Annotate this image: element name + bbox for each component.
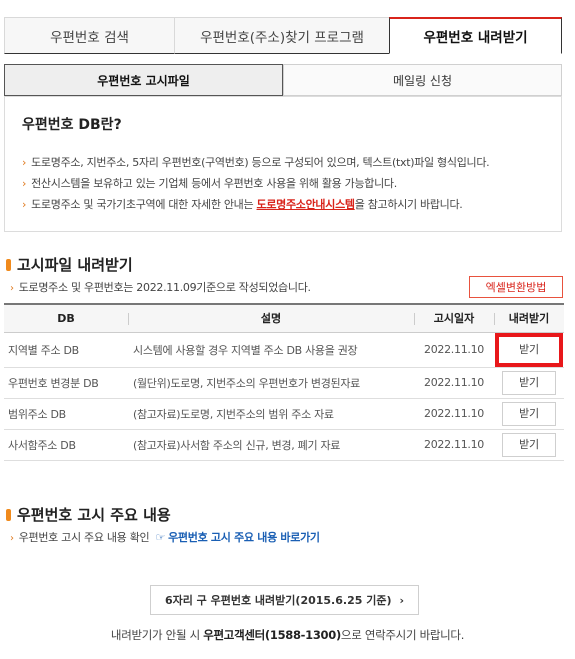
col-header-desc: 설명	[128, 303, 414, 333]
cell-date: 2022.11.10	[414, 332, 494, 368]
info-line: › 도로명주소, 지번주소, 5자리 우편번호(구역번호) 등으로 구성되어 있으…	[22, 152, 490, 173]
cell-desc: 시스템에 사용할 경우 지역별 주소 DB 사용을 권장	[128, 332, 414, 368]
road-address-system-link[interactable]: 도로명주소안내시스템	[257, 198, 356, 211]
notice-shortcut-link[interactable]: 우편번호 고시 주요 내용 바로가기	[168, 531, 320, 544]
top-tab-bar: 우편번호 검색 우편번호(주소)찾기 프로그램 우편번호 내려받기	[4, 17, 562, 54]
pointing-hand-icon: ☞	[155, 531, 166, 544]
tab-mailing-signup[interactable]: 메일링 신청	[283, 64, 562, 96]
cell-db: 지역별 주소 DB	[4, 332, 128, 368]
cell-download: 받기	[494, 398, 564, 430]
cell-date: 2022.11.10	[414, 429, 494, 461]
footer-text: 으로 연락주시기 바랍니다.	[340, 628, 465, 642]
footer-text: 내려받기가 안될 시	[110, 628, 204, 642]
section-marker-icon	[6, 258, 11, 271]
desc-text: 도로명주소 및 우편번호는 2022.11.09기준으로 작성되었습니다.	[18, 281, 311, 294]
cell-date: 2022.11.10	[414, 398, 494, 430]
download-button-regional[interactable]: 받기	[495, 332, 563, 367]
cell-date: 2022.11.10	[414, 367, 494, 399]
download-button-changes[interactable]: 받기	[502, 370, 556, 395]
download-section-desc: › 도로명주소 및 우편번호는 2022.11.09기준으로 작성되었습니다.	[10, 279, 311, 295]
info-line: › 전산시스템을 보유하고 있는 기업체 등에서 우편번호 사용을 위해 활용 가…	[22, 173, 489, 194]
old-postcode-download-button[interactable]: 6자리 구 우편번호 내려받기(2015.6.25 기준) ›	[150, 585, 419, 615]
chevron-right-icon: ›	[399, 593, 405, 607]
db-info-box: 우편번호 DB란? › 도로명주소, 지번주소, 5자리 우편번호(구역번호) 등…	[4, 96, 562, 232]
info-text: 도로명주소, 지번주소, 5자리 우편번호(구역번호) 등으로 구성되어 있으며…	[31, 156, 490, 169]
download-button-range[interactable]: 받기	[502, 401, 556, 426]
download-section-heading: 고시파일 내려받기	[6, 254, 133, 275]
customer-center-phone: 우편고객센터(1588-1300)	[203, 628, 341, 642]
col-header-download: 내려받기	[494, 303, 564, 333]
table-row: 범위주소 DB (참고자료)도로명, 지번주소의 범위 주소 자료 2022.1…	[4, 398, 564, 430]
col-header-db: DB	[4, 303, 128, 333]
cell-desc: (월단위)도로명, 지번주소의 우편번호가 변경된자료	[128, 367, 414, 399]
cell-db: 우편번호 변경분 DB	[4, 367, 128, 399]
excel-convert-button[interactable]: 엑셀변환방법	[469, 276, 563, 298]
cell-db: 범위주소 DB	[4, 398, 128, 430]
cell-download: 받기	[494, 332, 564, 368]
tab-postcode-search[interactable]: 우편번호 검색	[4, 17, 175, 54]
download-button-pobox[interactable]: 받기	[502, 432, 556, 457]
bullet-icon: ›	[22, 198, 27, 211]
tab-notice-file[interactable]: 우편번호 고시파일	[4, 64, 283, 96]
info-text: 도로명주소 및 국가기초구역에 대한 자세한 안내는	[31, 198, 257, 211]
sub-tab-bar: 우편번호 고시파일 메일링 신청	[4, 64, 562, 96]
cell-desc: (참고자료)사서함 주소의 신규, 변경, 폐기 자료	[128, 429, 414, 461]
info-line: › 도로명주소 및 국가기초구역에 대한 자세한 안내는 도로명주소안내시스템을 …	[22, 194, 489, 215]
cell-download: 받기	[494, 367, 564, 399]
bullet-icon: ›	[22, 156, 27, 169]
table-row: 지역별 주소 DB 시스템에 사용할 경우 지역별 주소 DB 사용을 권장 2…	[4, 332, 564, 368]
tab-postcode-download[interactable]: 우편번호 내려받기	[389, 17, 562, 54]
section-title: 우편번호 고시 주요 내용	[17, 506, 171, 524]
notice-section-heading: 우편번호 고시 주요 내용	[6, 504, 171, 525]
info-text: 을 참고하시기 바랍니다.	[354, 198, 463, 211]
old-postcode-label: 6자리 구 우편번호 내려받기(2015.6.25 기준)	[164, 594, 392, 607]
info-list: › 도로명주소, 지번주소, 5자리 우편번호(구역번호) 등으로 구성되어 있으…	[22, 152, 490, 215]
section-title: 고시파일 내려받기	[17, 256, 133, 274]
bullet-icon: ›	[10, 283, 14, 294]
cell-db: 사서함주소 DB	[4, 429, 128, 461]
bullet-icon: ›	[10, 533, 14, 544]
desc-text: 우편번호 고시 주요 내용 확인	[18, 531, 150, 544]
bullet-icon: ›	[22, 177, 27, 190]
notice-section-desc: › 우편번호 고시 주요 내용 확인 ☞ 우편번호 고시 주요 내용 바로가기	[10, 529, 320, 545]
cell-desc: (참고자료)도로명, 지번주소의 범위 주소 자료	[128, 398, 414, 430]
db-download-table: DB 설명 고시일자 내려받기 지역별 주소 DB 시스템에 사용할 경우 지역…	[4, 303, 564, 461]
info-text: 전산시스템을 보유하고 있는 기업체 등에서 우편번호 사용을 위해 활용 가능…	[31, 177, 397, 190]
info-title: 우편번호 DB란?	[22, 117, 122, 133]
col-header-date: 고시일자	[414, 303, 494, 333]
customer-center-note: 내려받기가 안될 시 우편고객센터(1588-1300)으로 연락주시기 바랍니…	[0, 627, 575, 643]
table-row: 우편번호 변경분 DB (월단위)도로명, 지번주소의 우편번호가 변경된자료 …	[4, 367, 564, 399]
cell-download: 받기	[494, 429, 564, 461]
table-row: 사서함주소 DB (참고자료)사서함 주소의 신규, 변경, 폐기 자료 202…	[4, 429, 564, 461]
section-marker-icon	[6, 508, 11, 521]
table-header-row: DB 설명 고시일자 내려받기	[4, 303, 564, 333]
tab-address-program[interactable]: 우편번호(주소)찾기 프로그램	[174, 17, 390, 54]
